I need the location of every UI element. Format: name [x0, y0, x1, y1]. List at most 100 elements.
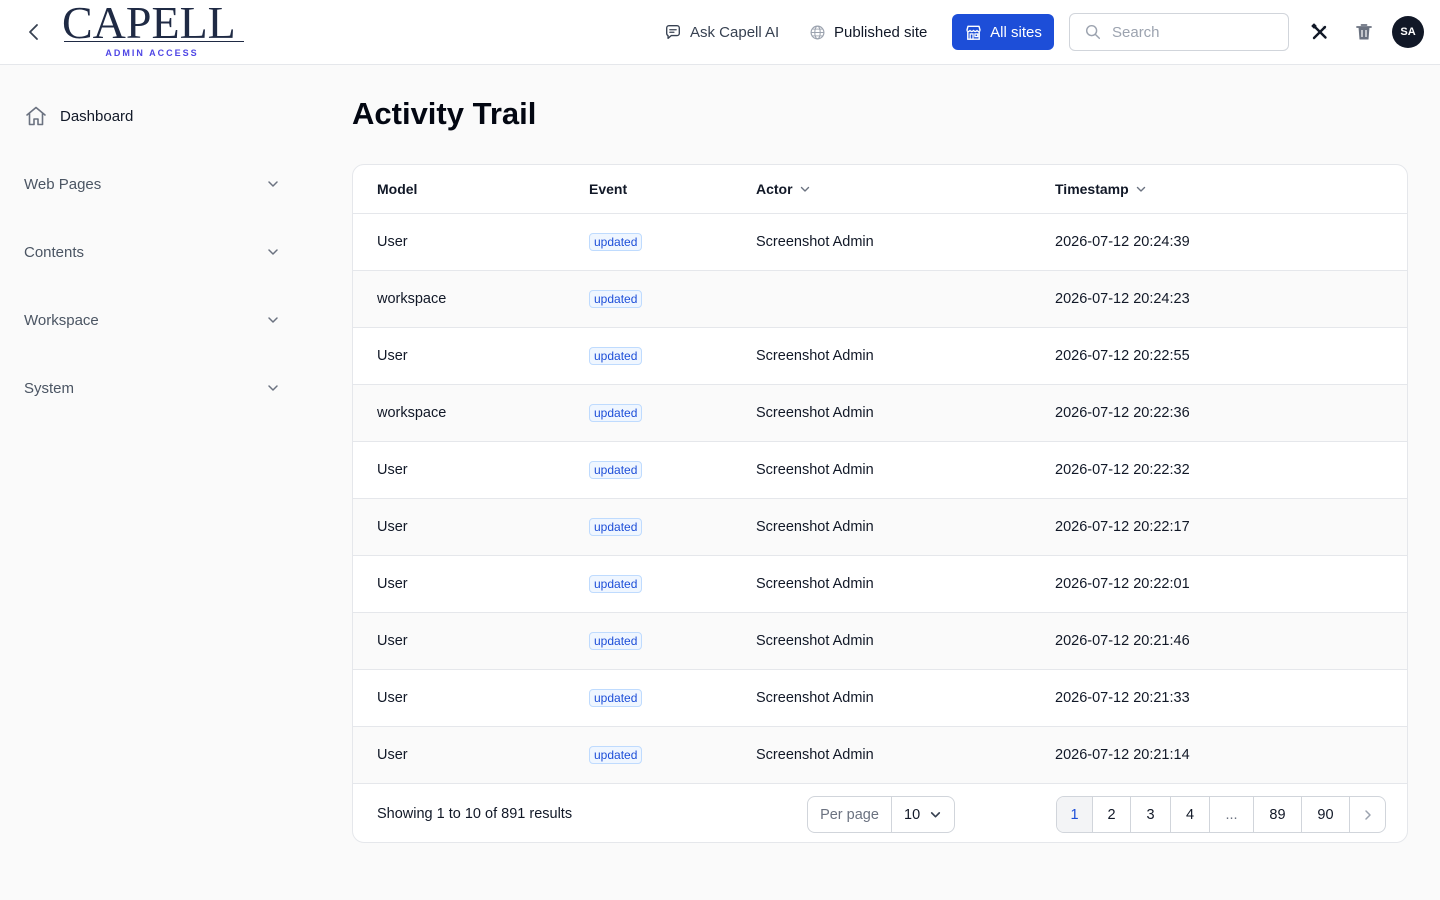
cell-actor: Screenshot Admin — [756, 462, 874, 478]
cell-timestamp: 2026-07-12 20:22:17 — [1055, 519, 1190, 535]
home-icon — [26, 106, 46, 126]
table-row[interactable]: User updated Screenshot Admin 2026-07-12… — [353, 499, 1407, 556]
page-button-3[interactable]: 3 — [1131, 797, 1171, 832]
chevron-left-icon — [29, 24, 38, 40]
cell-event: updated — [589, 442, 643, 498]
table-row[interactable]: workspace updated 2026-07-12 20:24:23 — [353, 271, 1407, 328]
table-row[interactable]: User updated Screenshot Admin 2026-07-12… — [353, 670, 1407, 727]
chat-bubble-icon — [666, 25, 680, 39]
top-bar: CAPELL ADMIN ACCESS Ask Capell AI Publis… — [0, 0, 1440, 65]
cell-timestamp: 2026-07-12 20:22:32 — [1055, 462, 1190, 478]
cell-timestamp: 2026-07-12 20:21:46 — [1055, 633, 1190, 649]
sidebar-group-workspace[interactable]: Workspace — [24, 308, 280, 332]
sidebar-group-label: Workspace — [24, 311, 99, 329]
trash-button[interactable] — [1353, 21, 1375, 43]
page-button-90[interactable]: 90 — [1302, 797, 1350, 832]
brand-logo[interactable]: CAPELL ADMIN ACCESS — [62, 0, 246, 62]
cell-timestamp: 2026-07-12 20:24:23 — [1055, 291, 1190, 307]
chevron-down-icon — [800, 186, 809, 192]
next-page-button[interactable] — [1350, 797, 1385, 832]
brand-subtitle: ADMIN ACCESS — [105, 48, 199, 58]
published-site-button[interactable]: Published site — [809, 18, 927, 46]
cell-model: User — [377, 576, 408, 592]
search-input[interactable] — [1112, 23, 1272, 41]
page-button-2[interactable]: 2 — [1093, 797, 1131, 832]
tools-button[interactable] — [1309, 21, 1331, 43]
chevron-down-icon — [268, 181, 278, 187]
sidebar-group-contents[interactable]: Contents — [24, 240, 280, 264]
cell-actor: Screenshot Admin — [756, 576, 874, 592]
column-header-event: Event — [589, 165, 627, 213]
cell-actor: Screenshot Admin — [756, 747, 874, 763]
cell-event: updated — [589, 385, 643, 441]
wrench-screwdriver-icon — [1311, 23, 1328, 40]
event-badge: updated — [589, 746, 643, 764]
cell-model: User — [377, 690, 408, 706]
table-row[interactable]: User updated Screenshot Admin 2026-07-12… — [353, 613, 1407, 670]
table-row[interactable]: User updated Screenshot Admin 2026-07-12… — [353, 442, 1407, 499]
table-header: Model Event Actor Timestamp — [353, 165, 1407, 214]
page-title: Activity Trail — [352, 96, 537, 131]
published-site-label: Published site — [834, 23, 928, 41]
page-button-89[interactable]: 89 — [1254, 797, 1302, 832]
event-badge: updated — [589, 290, 643, 308]
cell-event: updated — [589, 328, 643, 384]
cell-event: updated — [589, 727, 643, 783]
cell-timestamp: 2026-07-12 20:22:55 — [1055, 348, 1190, 364]
per-page-select[interactable]: 10 — [892, 797, 954, 832]
column-label: Actor — [756, 181, 793, 197]
cell-event: updated — [589, 214, 643, 270]
sidebar-item-dashboard[interactable]: Dashboard — [24, 103, 133, 129]
ask-ai-button[interactable]: Ask Capell AI — [664, 18, 779, 46]
results-summary: Showing 1 to 10 of 891 results — [377, 806, 573, 822]
column-header-model: Model — [377, 165, 417, 213]
table-row[interactable]: User updated Screenshot Admin 2026-07-12… — [353, 214, 1407, 271]
page-button-4[interactable]: 4 — [1171, 797, 1210, 832]
page-ellipsis: ... — [1210, 797, 1254, 832]
event-badge: updated — [589, 575, 643, 593]
per-page-value: 10 — [904, 806, 921, 823]
cell-event: updated — [589, 499, 643, 555]
table-footer: Showing 1 to 10 of 891 results Per page … — [353, 784, 1407, 842]
event-badge: updated — [589, 233, 643, 251]
cell-timestamp: 2026-07-12 20:22:01 — [1055, 576, 1190, 592]
sidebar-group-system[interactable]: System — [24, 376, 280, 400]
cell-event: updated — [589, 271, 643, 327]
page-button-1[interactable]: 1 — [1057, 797, 1093, 832]
column-label: Event — [589, 181, 628, 197]
chevron-down-icon — [268, 317, 278, 323]
cell-model: User — [377, 747, 408, 763]
all-sites-button[interactable]: All sites — [952, 14, 1054, 50]
table-row[interactable]: User updated Screenshot Admin 2026-07-12… — [353, 727, 1407, 784]
table-row[interactable]: User updated Screenshot Admin 2026-07-12… — [353, 328, 1407, 385]
per-page-control: Per page 10 — [807, 796, 955, 833]
column-header-timestamp[interactable]: Timestamp — [1055, 165, 1147, 213]
storefront-icon — [966, 25, 981, 40]
sidebar-group-label: Contents — [24, 243, 85, 261]
cell-model: workspace — [377, 405, 447, 421]
cell-actor: Screenshot Admin — [756, 405, 874, 421]
cell-timestamp: 2026-07-12 20:21:14 — [1055, 747, 1190, 763]
cell-timestamp: 2026-07-12 20:21:33 — [1055, 690, 1190, 706]
cell-model: User — [377, 462, 408, 478]
sidebar-group-label: Web Pages — [24, 175, 102, 193]
column-label: Timestamp — [1055, 181, 1129, 197]
event-badge: updated — [589, 632, 643, 650]
brand-rule — [64, 41, 244, 42]
table-row[interactable]: workspace updated Screenshot Admin 2026-… — [353, 385, 1407, 442]
column-header-actor[interactable]: Actor — [756, 165, 811, 213]
back-button[interactable] — [22, 20, 46, 44]
cell-actor: Screenshot Admin — [756, 690, 874, 706]
chevron-down-icon — [930, 812, 941, 818]
cell-actor: Screenshot Admin — [756, 633, 874, 649]
event-badge: updated — [589, 347, 643, 365]
sidebar-item-label: Dashboard — [60, 107, 134, 125]
globe-icon — [810, 25, 825, 39]
cell-event: updated — [589, 556, 643, 612]
search-box[interactable] — [1069, 13, 1289, 51]
user-avatar[interactable]: SA — [1392, 16, 1424, 48]
pagination: 1 2 3 4 ... 89 90 — [1056, 796, 1386, 833]
table-row[interactable]: User updated Screenshot Admin 2026-07-12… — [353, 556, 1407, 613]
sidebar-group-web-pages[interactable]: Web Pages — [24, 172, 280, 196]
sidebar-group-label: System — [24, 379, 75, 397]
